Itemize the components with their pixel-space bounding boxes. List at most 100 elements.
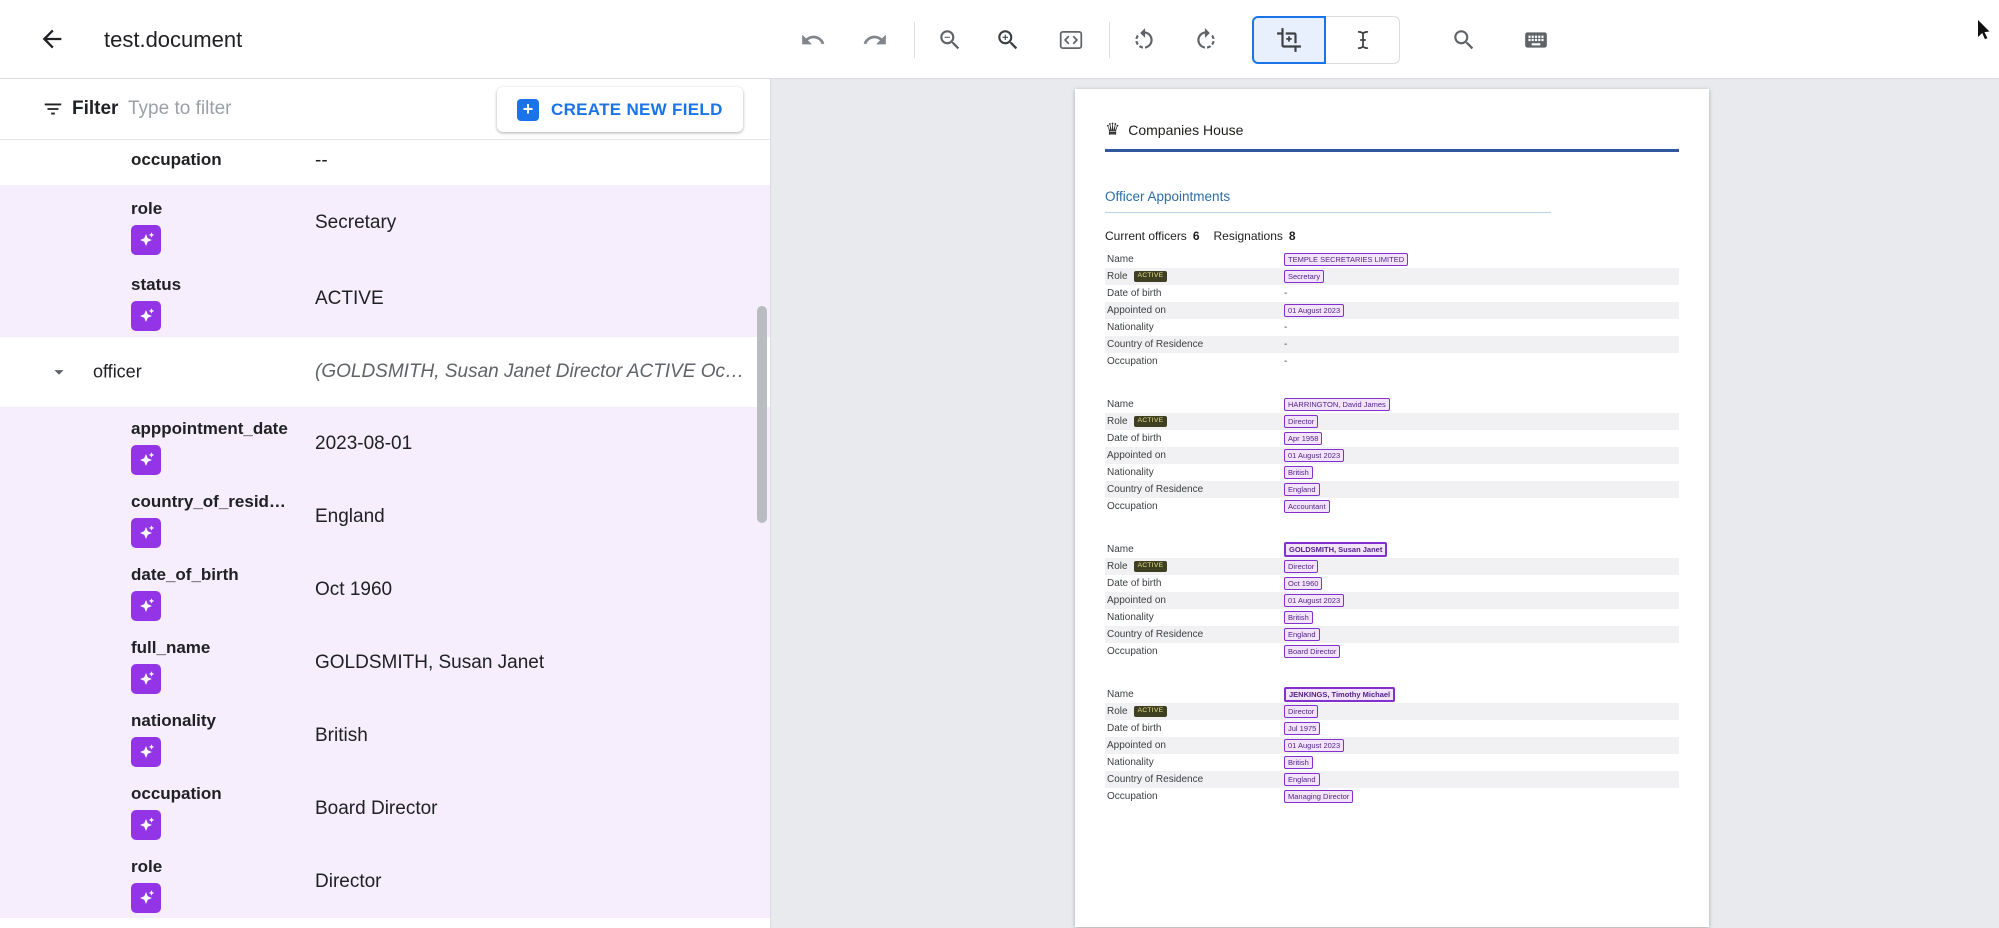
entity-annotation[interactable]: Secretary [1284, 270, 1324, 283]
doc-row: Country of ResidenceEngland [1105, 771, 1679, 788]
entity-annotation[interactable]: Director [1284, 705, 1318, 718]
field-row[interactable]: status ACTIVE [0, 261, 771, 337]
field-row[interactable]: full_nameGOLDSMITH, Susan Janet [0, 626, 771, 699]
entity-annotation[interactable]: Oct 1960 [1284, 577, 1322, 590]
entity-annotation[interactable]: 01 August 2023 [1284, 739, 1344, 752]
plus-icon: + [517, 99, 539, 121]
chevron-down-icon[interactable] [48, 361, 70, 383]
zoom-in-button[interactable] [988, 20, 1028, 60]
entity-annotation[interactable]: JENKINGS, Timothy Michael [1284, 687, 1395, 702]
officer-record: NameTEMPLE SECRETARIES LIMITEDRoleACTIVE… [1105, 251, 1679, 370]
field-row[interactable]: nationalityBritish [0, 699, 771, 772]
filter-input[interactable] [128, 93, 428, 125]
toolbar-divider [1109, 22, 1110, 58]
entity-annotation[interactable]: British [1284, 756, 1313, 769]
top-bar: test.document [0, 0, 1999, 79]
auto-extract-sparkle-icon [131, 445, 161, 475]
redo-icon [862, 27, 888, 53]
resignations-count: 8 [1289, 229, 1296, 243]
rotate-left-button[interactable] [1124, 20, 1164, 60]
create-new-field-button[interactable]: + CREATE NEW FIELD [497, 87, 743, 132]
doc-row-label: Occupation [1105, 356, 1284, 367]
rotate-left-icon [1131, 27, 1157, 53]
doc-row-label: Date of birth [1105, 288, 1284, 299]
entity-annotation[interactable]: Managing Director [1284, 790, 1353, 803]
doc-row-label: Appointed on [1105, 595, 1284, 606]
doc-row-label-text: Nationality [1107, 467, 1154, 478]
field-value: GOLDSMITH, Susan Janet [315, 652, 544, 674]
entity-annotation[interactable]: 01 August 2023 [1284, 594, 1344, 607]
field-row-officer[interactable]: officer (GOLDSMITH, Susan Janet Director… [0, 337, 771, 407]
doc-row-value: Apr 1958 [1284, 432, 1679, 445]
doc-row-value: Board Director [1284, 645, 1679, 658]
doc-summary: Current officers6Resignations8 [1105, 229, 1310, 243]
auto-extract-sparkle-icon [131, 301, 161, 331]
doc-row-label: Appointed on [1105, 450, 1284, 461]
code-view-button[interactable] [1051, 20, 1091, 60]
doc-row: NameHARRINGTON, David James [1105, 396, 1679, 413]
select-region-tool[interactable] [1252, 16, 1326, 64]
redo-button[interactable] [855, 20, 895, 60]
text-cursor-icon [1350, 27, 1376, 53]
doc-row-label-text: Role [1107, 271, 1128, 282]
field-row[interactable]: occupation -- [0, 140, 771, 185]
field-value: -- [315, 150, 328, 172]
entity-annotation[interactable]: Jul 1975 [1284, 722, 1320, 735]
rotate-right-button[interactable] [1186, 20, 1226, 60]
entity-annotation[interactable]: Board Director [1284, 645, 1340, 658]
entity-annotation[interactable]: Accountant [1284, 500, 1330, 513]
field-label: occupation [131, 150, 222, 170]
doc-section-title: Officer Appointments [1105, 189, 1230, 204]
entity-annotation[interactable]: 01 August 2023 [1284, 449, 1344, 462]
doc-row-label-text: Occupation [1107, 501, 1158, 512]
field-row[interactable]: apppointment_date2023-08-01 [0, 407, 771, 480]
doc-row-label-text: Country of Residence [1107, 629, 1203, 640]
doc-row-label-text: Date of birth [1107, 433, 1161, 444]
doc-row-label-text: Name [1107, 544, 1134, 555]
entity-annotation[interactable]: Director [1284, 560, 1318, 573]
doc-row: Appointed on01 August 2023 [1105, 737, 1679, 754]
entity-annotation[interactable]: HARRINGTON, David James [1284, 398, 1390, 411]
doc-row: NameJENKINGS, Timothy Michael [1105, 686, 1679, 703]
zoom-out-button[interactable] [930, 20, 970, 60]
doc-row-label-text: Nationality [1107, 322, 1154, 333]
doc-row: RoleACTIVEDirector [1105, 703, 1679, 720]
doc-row-label: RoleACTIVE [1105, 706, 1284, 717]
rotate-right-icon [1193, 27, 1219, 53]
entity-annotation[interactable]: Director [1284, 415, 1318, 428]
field-label: status [131, 275, 181, 295]
undo-button[interactable] [793, 20, 833, 60]
entity-annotation[interactable]: 01 August 2023 [1284, 304, 1344, 317]
doc-row-value: England [1284, 628, 1679, 641]
field-row[interactable]: occupationBoard Director [0, 772, 771, 845]
auto-extract-sparkle-icon [131, 518, 161, 548]
entity-annotation[interactable]: British [1284, 611, 1313, 624]
current-officers-count: 6 [1193, 229, 1200, 243]
field-row[interactable]: roleDirector [0, 845, 771, 918]
select-text-tool[interactable] [1326, 16, 1400, 64]
panel-scrollbar-thumb[interactable] [757, 306, 767, 523]
doc-brand-name: Companies House [1128, 122, 1243, 138]
entity-annotation[interactable]: England [1284, 483, 1320, 496]
entity-annotation[interactable]: GOLDSMITH, Susan Janet [1284, 542, 1387, 557]
doc-row-value: HARRINGTON, David James [1284, 398, 1679, 411]
auto-extract-sparkle-icon [131, 737, 161, 767]
entity-annotation[interactable]: British [1284, 466, 1313, 479]
entity-annotation[interactable]: TEMPLE SECRETARIES LIMITED [1284, 253, 1408, 266]
search-button[interactable] [1444, 20, 1484, 60]
back-button[interactable] [38, 25, 68, 55]
doc-row-label-text: Occupation [1107, 791, 1158, 802]
doc-row-value: Director [1284, 705, 1679, 718]
selection-tool-group [1252, 16, 1400, 64]
keyboard-shortcuts-button[interactable] [1516, 20, 1556, 60]
field-row[interactable]: date_of_birthOct 1960 [0, 553, 771, 626]
field-row[interactable]: role Secretary [0, 185, 771, 261]
entity-annotation[interactable]: England [1284, 773, 1320, 786]
field-row[interactable]: country_of_resid…England [0, 480, 771, 553]
doc-row-value: JENKINGS, Timothy Michael [1284, 687, 1679, 702]
entity-annotation[interactable]: England [1284, 628, 1320, 641]
entity-annotation[interactable]: Apr 1958 [1284, 432, 1322, 445]
doc-row: Date of birthJul 1975 [1105, 720, 1679, 737]
doc-row-value: - [1284, 339, 1679, 350]
doc-row-label: Nationality [1105, 467, 1284, 478]
